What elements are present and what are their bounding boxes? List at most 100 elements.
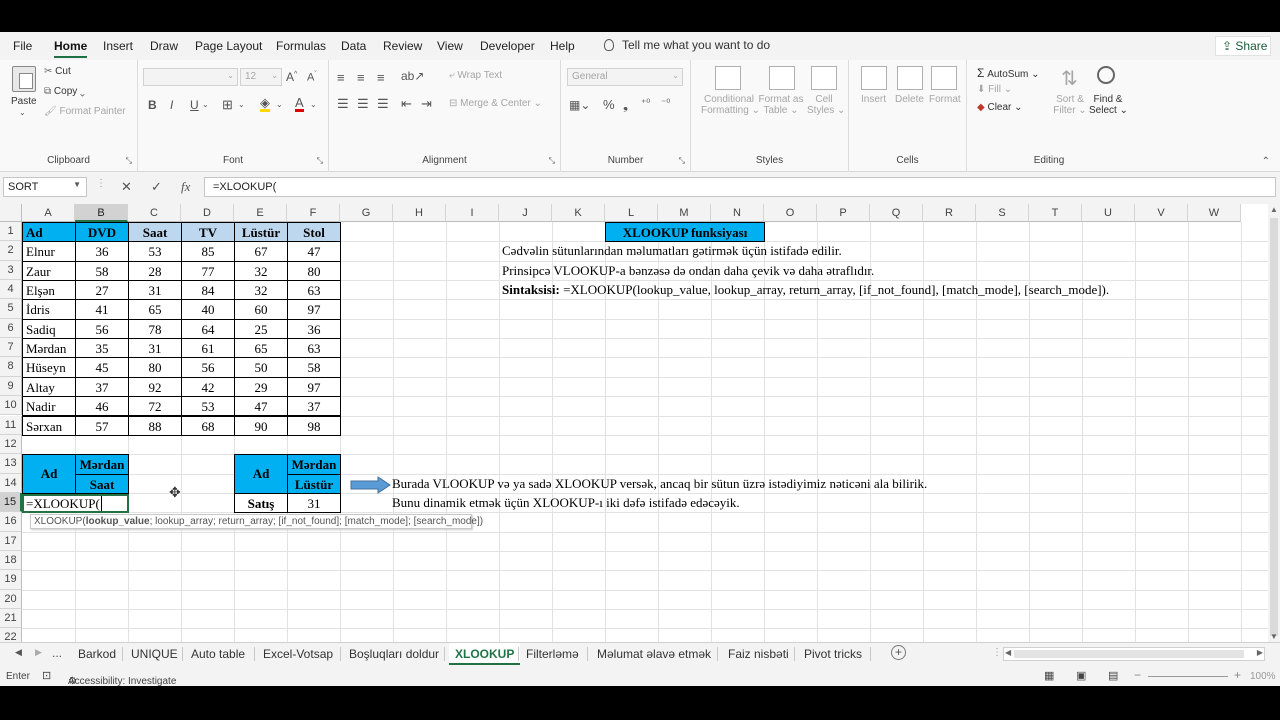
- table-value-cell[interactable]: 98: [287, 415, 341, 436]
- worksheet-grid[interactable]: ABCDEFGHIJKLMNOPQRSTUVW 1 2 3 4 5 6 7 8 9 10 11 12 1…: [0, 204, 1268, 642]
- table-name-cell[interactable]: Sərxan: [22, 415, 76, 436]
- magnifier-icon[interactable]: [1097, 66, 1115, 84]
- table-value-cell[interactable]: 29: [234, 376, 288, 398]
- table-value-cell[interactable]: 32: [234, 280, 288, 301]
- active-cell-editor[interactable]: =XLOOKUP(: [22, 494, 129, 513]
- table-value-cell[interactable]: 37: [287, 396, 341, 417]
- row-header-16[interactable]: 16: [0, 512, 22, 532]
- sheet-tab-filterleme[interactable]: Filterləmə: [522, 643, 583, 665]
- font-launcher-icon[interactable]: ⤡: [317, 156, 323, 166]
- table-value-cell[interactable]: 64: [181, 318, 235, 340]
- table-value-cell[interactable]: 97: [287, 376, 341, 398]
- table-value-cell[interactable]: 50: [234, 357, 288, 378]
- column-header-k[interactable]: K: [552, 204, 605, 222]
- horizontal-scrollbar[interactable]: ◀ ▶: [1003, 647, 1265, 661]
- column-header-d[interactable]: D: [181, 204, 234, 222]
- menu-insert[interactable]: Insert: [103, 39, 133, 53]
- table-name-cell[interactable]: İdris: [22, 299, 76, 320]
- column-header-j[interactable]: J: [499, 204, 552, 222]
- table-value-cell[interactable]: 58: [287, 357, 341, 378]
- chevron-down-icon[interactable]: ⌄: [276, 100, 283, 109]
- column-header-n[interactable]: N: [711, 204, 764, 222]
- align-center-icon[interactable]: ☰: [357, 96, 369, 112]
- table-header-cell[interactable]: TV: [181, 222, 235, 243]
- column-header-b[interactable]: B: [75, 204, 128, 222]
- zoom-out-icon[interactable]: −: [1134, 668, 1141, 682]
- row-header-9[interactable]: 9: [0, 376, 22, 397]
- column-header-e[interactable]: E: [234, 204, 287, 222]
- menu-view[interactable]: View: [437, 39, 463, 53]
- borders-icon[interactable]: ⊞: [222, 97, 233, 113]
- chevron-down-icon[interactable]: ⌄: [202, 100, 209, 109]
- row-header-1[interactable]: 1: [0, 222, 22, 242]
- column-header-o[interactable]: O: [764, 204, 817, 222]
- table-header-cell[interactable]: DVD: [75, 222, 129, 243]
- number-format-combo[interactable]: General ⌄: [567, 68, 683, 86]
- zoom-in-icon[interactable]: +: [1234, 668, 1241, 682]
- sort-filter-icon[interactable]: ⇅: [1061, 66, 1078, 91]
- row-header-13[interactable]: 13: [0, 454, 22, 474]
- autosum-button[interactable]: Σ AutoSum ⌄: [977, 66, 1040, 80]
- row-header-2[interactable]: 2: [0, 241, 22, 261]
- align-middle-icon[interactable]: ≡: [357, 70, 365, 85]
- conditional-formatting-button[interactable]: Conditional Formatting ⌄: [701, 94, 760, 116]
- table-value-cell[interactable]: 56: [181, 357, 235, 378]
- table-header-cell[interactable]: Lüstür: [234, 222, 288, 243]
- cut-button[interactable]: ✂ Cut: [44, 66, 71, 77]
- sheet-tab-xlookup[interactable]: XLOOKUP: [449, 643, 521, 665]
- underline-icon[interactable]: U: [190, 98, 199, 112]
- lookup1-ad-cell[interactable]: Ad: [22, 454, 76, 494]
- font-size-combo[interactable]: 12 ⌄: [240, 68, 282, 86]
- info-line1-cell[interactable]: Cədvəlin sütunlarından məlumatları gətir…: [499, 241, 842, 261]
- sort-filter-button[interactable]: Sort & Filter ⌄: [1053, 94, 1087, 116]
- info-note1-cell[interactable]: Burada VLOOKUP və ya sadə XLOOKUP versək…: [389, 474, 927, 494]
- delete-cells-button[interactable]: Delete: [895, 94, 924, 105]
- menu-file[interactable]: File: [13, 39, 32, 53]
- table-name-cell[interactable]: Altay: [22, 376, 76, 398]
- more-tabs-icon[interactable]: ...: [52, 646, 62, 660]
- row-header-20[interactable]: 20: [0, 589, 22, 609]
- table-value-cell[interactable]: 97: [287, 299, 341, 320]
- table-value-cell[interactable]: 67: [234, 241, 288, 262]
- merge-center-button[interactable]: ⊟ Merge & Center ⌄: [449, 98, 542, 109]
- table-value-cell[interactable]: 78: [128, 318, 182, 340]
- increase-font-icon[interactable]: A^: [286, 70, 297, 84]
- table-value-cell[interactable]: 92: [128, 376, 182, 398]
- row-header-19[interactable]: 19: [0, 570, 22, 590]
- row-header-3[interactable]: 3: [0, 260, 22, 281]
- select-all-corner[interactable]: [0, 204, 22, 222]
- conditional-formatting-icon[interactable]: [715, 66, 741, 90]
- macro-record-icon[interactable]: ⊡: [42, 669, 51, 682]
- table-value-cell[interactable]: 25: [234, 318, 288, 340]
- table-value-cell[interactable]: 84: [181, 280, 235, 301]
- format-painter-button[interactable]: 🖌 Format Painter: [44, 106, 126, 117]
- column-header-r[interactable]: R: [923, 204, 976, 222]
- table-value-cell[interactable]: 41: [75, 299, 129, 320]
- table-value-cell[interactable]: 40: [181, 299, 235, 320]
- enter-check-icon[interactable]: ✓: [151, 179, 162, 195]
- table-value-cell[interactable]: 85: [181, 241, 235, 262]
- tell-me-search[interactable]: Tell me what you want to do: [604, 38, 770, 52]
- menu-page-layout[interactable]: Page Layout: [195, 39, 262, 53]
- scroll-right-icon[interactable]: ▶: [1257, 648, 1263, 657]
- menu-draw[interactable]: Draw: [150, 39, 178, 53]
- row-header-6[interactable]: 6: [0, 318, 22, 339]
- chevron-down-icon[interactable]: ⌄: [310, 100, 317, 109]
- accounting-icon[interactable]: ▦⌄: [569, 98, 590, 112]
- tab-split-grip-icon[interactable]: ⋮: [992, 647, 1002, 658]
- table-value-cell[interactable]: 32: [234, 260, 288, 282]
- column-header-w[interactable]: W: [1188, 204, 1241, 222]
- delete-cells-icon[interactable]: [897, 66, 923, 90]
- format-cells-icon[interactable]: [931, 66, 957, 90]
- table-value-cell[interactable]: 60: [234, 299, 288, 320]
- tab-scroll-right-icon[interactable]: ▶: [35, 647, 42, 658]
- format-as-table-icon[interactable]: [769, 66, 795, 90]
- cell-styles-button[interactable]: Cell Styles ⌄: [807, 94, 845, 116]
- lookup1-name-cell[interactable]: Mərdan: [75, 454, 129, 475]
- table-name-cell[interactable]: Mərdan: [22, 338, 76, 359]
- align-left-icon[interactable]: ☰: [337, 96, 349, 112]
- normal-view-icon[interactable]: ▦: [1044, 669, 1054, 682]
- table-value-cell[interactable]: 42: [181, 376, 235, 398]
- column-header-p[interactable]: P: [817, 204, 870, 222]
- column-header-g[interactable]: G: [340, 204, 393, 222]
